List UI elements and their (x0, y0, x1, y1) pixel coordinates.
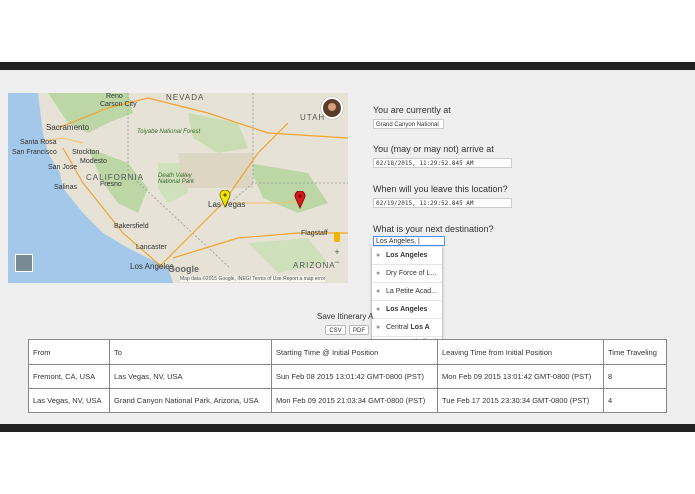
map-label-reno: Reno (106, 93, 123, 100)
table-cell: Sun Feb 08 2015 13:01:42 GMT-0800 (PST) (271, 364, 438, 389)
zoom-out-button[interactable]: − (332, 257, 342, 267)
autocomplete-dropdown: ● Los Angeles ● Dry Force of L... ● La Peti… (372, 246, 442, 346)
column-header: Starting Time @ Initial Position (271, 339, 438, 365)
map-label-modesto: Modesto (80, 158, 107, 165)
map-label-fresno: Fresno (100, 181, 122, 188)
table-header-row: From To Starting Time @ Initial Position… (28, 339, 667, 365)
map-label-san-jose: San Jose (48, 164, 78, 171)
autocomplete-item[interactable]: ● Los Angeles (372, 246, 442, 264)
column-header: Time Traveling (603, 339, 667, 365)
map-label-sacramento: Sacramento (46, 123, 90, 132)
red-pin-icon[interactable] (294, 191, 306, 209)
zoom-in-button[interactable]: + (332, 247, 342, 257)
pegman-icon[interactable] (334, 232, 340, 242)
map-label-utah: UTAH (300, 113, 326, 122)
map-pin-icon: ● (376, 288, 381, 295)
table-cell: Mon Feb 09 2015 13:01:42 GMT-0800 (PST) (437, 364, 604, 389)
map-label-salinas: Salinas (54, 184, 77, 191)
next-destination-label: What is your next destination? (373, 224, 494, 234)
arrive-datetime-field[interactable]: 02/18/2015, 11:29:52.845 AM (373, 158, 512, 168)
map-label-carson-city: Carson City (100, 101, 137, 108)
column-header: From (28, 339, 110, 365)
autocomplete-match: Los Angeles (386, 306, 428, 313)
autocomplete-item[interactable]: ● Central Los A (372, 318, 442, 336)
map-label-flagstaff: Flagstaff (301, 230, 328, 237)
map-pin-icon: ● (376, 324, 381, 331)
table-cell: Grand Canyon National Park, Arizona, USA (109, 388, 272, 413)
map-attribution[interactable]: Map data ©2015 Google, INEGI Terms of Us… (180, 276, 326, 282)
current-location-field[interactable]: Grand Canyon National (373, 119, 444, 129)
map-label-death-valley: Death Valley National Park (158, 173, 195, 185)
autocomplete-item[interactable]: ● Dry Force of L... (372, 264, 442, 282)
yellow-pin-icon[interactable] (219, 190, 231, 208)
map-label-nevada: NEVADA (166, 93, 205, 102)
autocomplete-text: Central (386, 324, 411, 331)
map-label-toiyabe: Toiyabe National Forest (137, 129, 201, 135)
map-label-stockton: Stockton (72, 149, 100, 156)
table-cell: Tue Feb 17 2015 23:30:34 GMT-0800 (PST) (437, 388, 604, 413)
autocomplete-text: Dry Force of L... (386, 270, 437, 277)
map-label-san-francisco: San Francisco (12, 149, 57, 156)
map-label-santa-rosa: Santa Rosa (20, 139, 57, 146)
column-header: To (109, 339, 272, 365)
top-bar (0, 62, 695, 70)
table-row: Las Vegas, NV, USA Grand Canyon National… (28, 388, 667, 413)
autocomplete-item[interactable]: ● Los Angeles (372, 300, 442, 318)
table-cell: 4 (603, 388, 667, 413)
autocomplete-match: Los Angeles (386, 252, 428, 259)
autocomplete-match: Los A (410, 324, 430, 331)
arrive-label: You (may or may not) arrive at (373, 144, 494, 154)
table-cell: Mon Feb 09 2015 21:03:34 GMT-0800 (PST) (271, 388, 438, 413)
table-cell: Las Vegas, NV, USA (109, 364, 272, 389)
current-location-label: You are currently at (373, 105, 451, 115)
next-destination-input[interactable]: Los Angeles, | (373, 236, 445, 246)
leave-label: When will you leave this location? (373, 184, 508, 194)
satellite-thumbnail[interactable] (15, 254, 33, 272)
itinerary-table: From To Starting Time @ Initial Position… (28, 339, 667, 413)
map-pin-icon: ● (376, 306, 381, 313)
leave-datetime-field[interactable]: 02/19/2015, 11:29:52.845 AM (373, 198, 512, 208)
map-label-arizona: ARIZONA (293, 261, 336, 270)
table-cell: Las Vegas, NV, USA (28, 388, 110, 413)
map-label-lancaster: Lancaster (136, 244, 167, 251)
save-itinerary-label: Save Itinerary A (317, 312, 374, 321)
column-header: Leaving Time from Initial Position (437, 339, 604, 365)
avatar[interactable] (321, 97, 343, 119)
pdf-button[interactable]: PDF (349, 325, 369, 335)
map-pin-icon: ● (376, 252, 381, 259)
table-cell: 8 (603, 364, 667, 389)
autocomplete-item[interactable]: ● La Petite Acad... (372, 282, 442, 300)
map-label-bakersfield: Bakersfield (114, 223, 149, 230)
bottom-bar (0, 424, 695, 432)
table-row: Fremont, CA, USA Las Vegas, NV, USA Sun … (28, 364, 667, 389)
map-pin-icon: ● (376, 270, 381, 277)
map[interactable]: NEVADA UTAH CALIFORNIA ARIZONA Reno Cars… (8, 93, 348, 283)
table-cell: Fremont, CA, USA (28, 364, 110, 389)
csv-button[interactable]: CSV (325, 325, 346, 335)
zoom-controls[interactable]: + − (332, 247, 342, 269)
google-logo: Google (168, 264, 199, 274)
autocomplete-text: La Petite Acad... (386, 288, 437, 295)
